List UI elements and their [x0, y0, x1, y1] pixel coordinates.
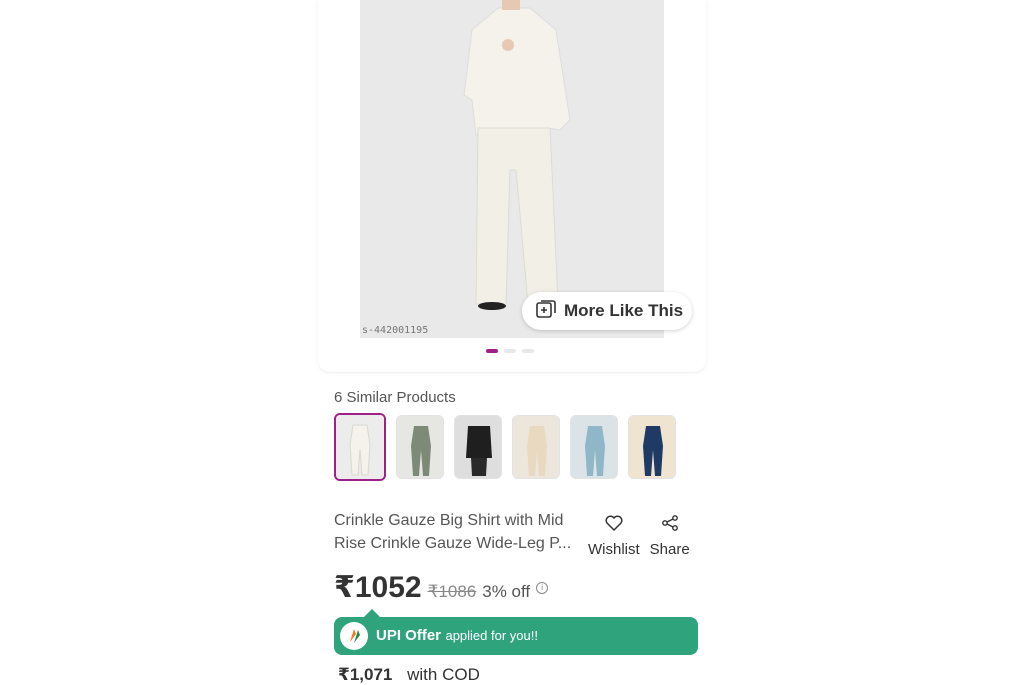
price-row: ₹1052 ₹1086 3% off i — [334, 570, 549, 605]
product-title: Crinkle Gauze Big Shirt with Mid Rise Cr… — [334, 512, 572, 552]
product-actions: Wishlist Share — [588, 515, 690, 558]
offer-strong-text: UPI Offer — [376, 627, 442, 644]
similar-product-thumb[interactable] — [512, 415, 560, 479]
carousel-dots — [486, 349, 534, 353]
selling-price: ₹1052 — [334, 571, 422, 604]
carousel-dot[interactable] — [522, 349, 534, 353]
original-price: ₹1086 — [427, 582, 477, 601]
offer-pointer — [364, 609, 380, 617]
upi-offer-icon — [340, 622, 368, 650]
share-label: Share — [649, 541, 690, 558]
product-image-card: s-442001195 More Like This — [318, 0, 706, 372]
wishlist-label: Wishlist — [588, 541, 640, 558]
similar-product-thumb[interactable] — [628, 415, 676, 479]
wishlist-button[interactable]: Wishlist — [588, 515, 640, 558]
similar-product-thumb[interactable] — [570, 415, 618, 479]
upi-offer-banner[interactable]: UPI Offer applied for you!! — [334, 609, 698, 655]
more-like-this-button[interactable]: More Like This — [522, 292, 692, 330]
cod-price: ₹1,071 — [338, 665, 393, 684]
product-screen: s-442001195 More Like This 6 Similar Pro… — [318, 0, 706, 685]
similar-product-thumb[interactable] — [396, 415, 444, 479]
offer-text: UPI Offer applied for you!! — [376, 627, 538, 645]
offer-small-text: applied for you!! — [445, 628, 538, 643]
carousel-dot[interactable] — [504, 349, 516, 353]
cod-price-row: ₹1,071 with COD — [338, 665, 480, 685]
similar-products-list — [334, 413, 676, 481]
share-button[interactable]: Share — [650, 515, 690, 558]
share-icon — [661, 515, 679, 535]
similar-product-thumb[interactable] — [454, 415, 502, 479]
cod-label: with COD — [407, 665, 480, 684]
similar-products-title: 6 Similar Products — [334, 389, 456, 406]
discount-label: 3% off — [482, 582, 531, 601]
similar-product-thumb[interactable] — [334, 413, 386, 481]
model-illustration — [360, 0, 664, 338]
similar-items-icon — [536, 299, 556, 323]
heart-icon — [605, 515, 623, 535]
more-like-this-label: More Like This — [564, 301, 684, 320]
info-icon[interactable]: i — [536, 581, 549, 594]
sku-watermark: s-442001195 — [362, 325, 429, 336]
carousel-dot-active[interactable] — [486, 349, 498, 353]
product-image[interactable]: s-442001195 — [360, 0, 664, 338]
